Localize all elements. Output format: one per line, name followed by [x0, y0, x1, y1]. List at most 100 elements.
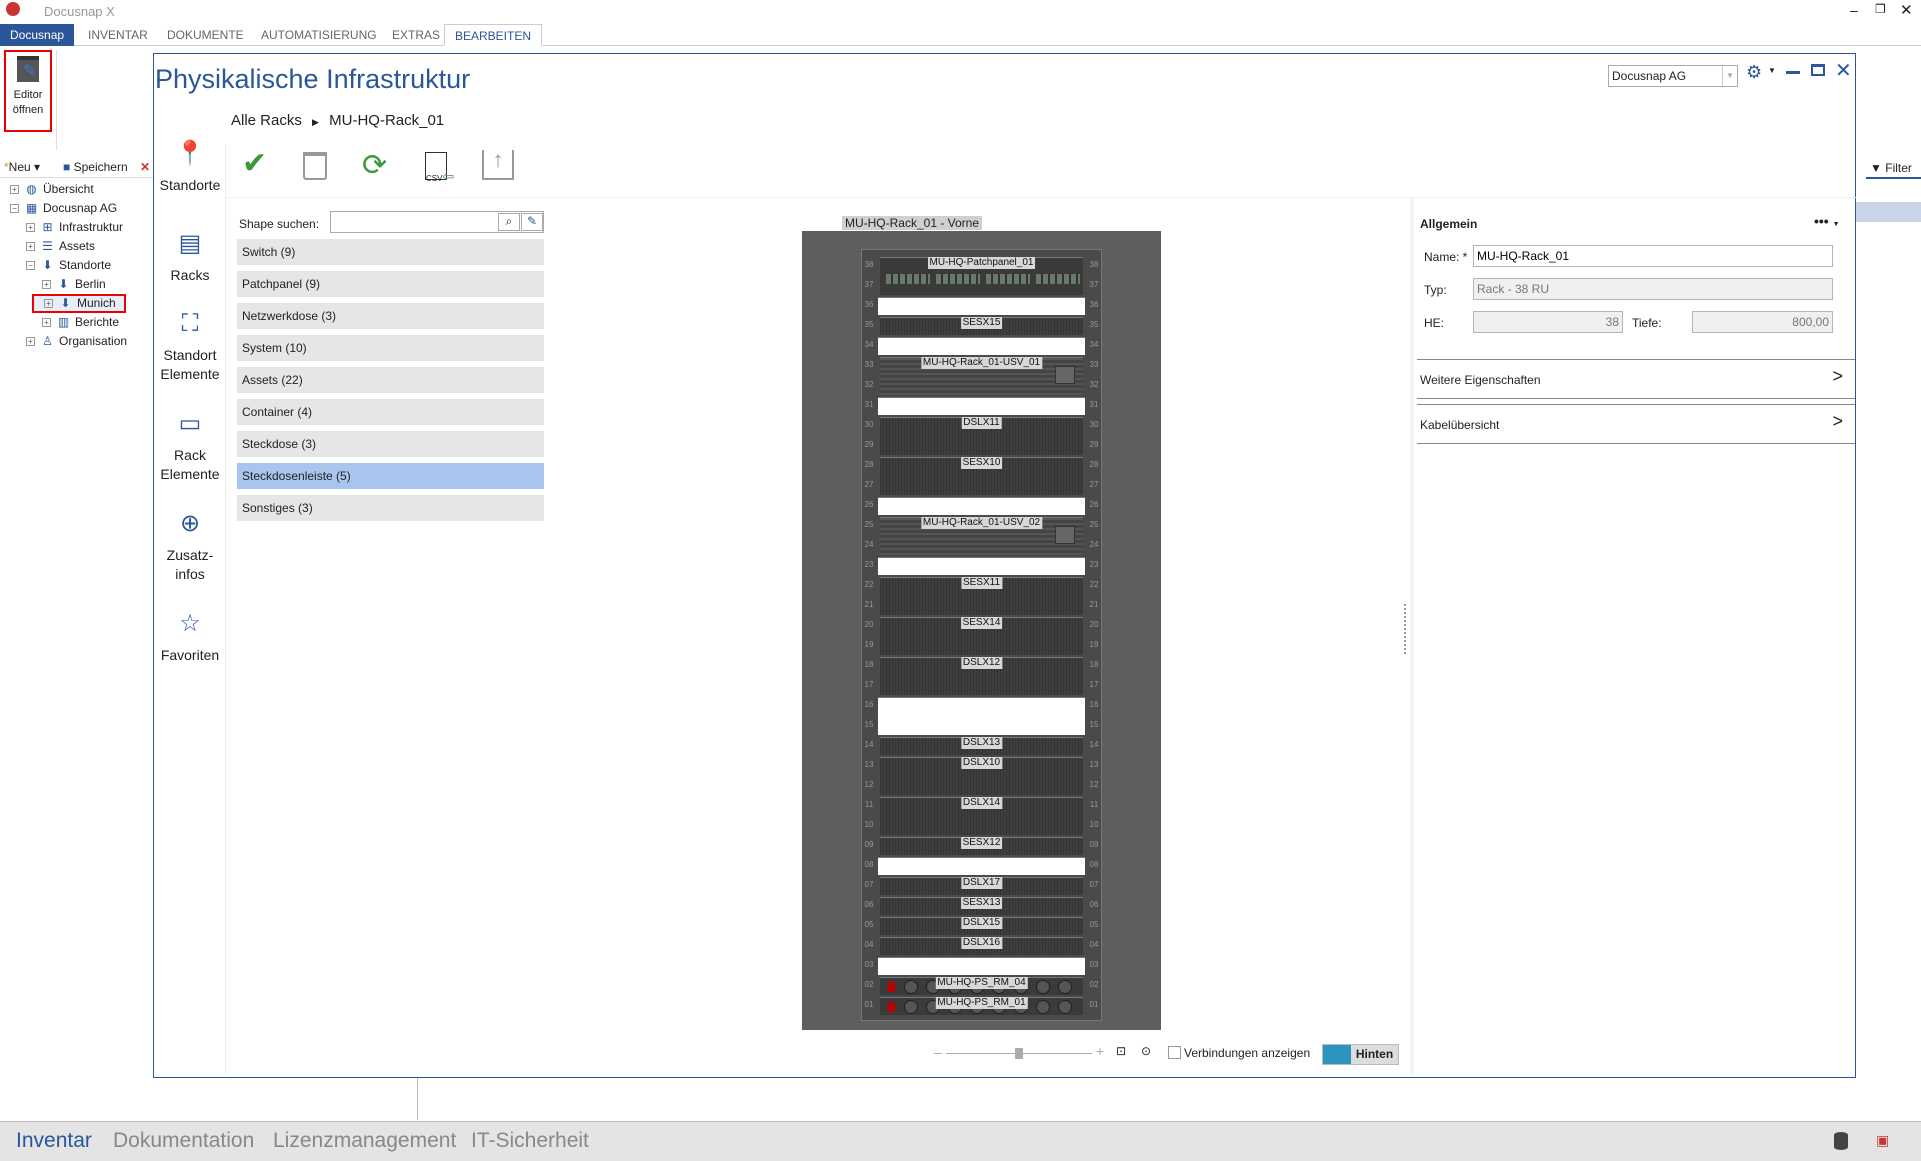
tree-item[interactable]: + ⬇ Berlin	[42, 275, 106, 294]
tab-inventar[interactable]: INVENTAR	[78, 24, 158, 46]
shape-category[interactable]: Steckdosenleiste (5)	[237, 463, 544, 489]
settings-dropdown-icon[interactable]: ▼	[1768, 66, 1776, 75]
shape-category[interactable]: System (10)	[237, 335, 544, 361]
rack-device-blank[interactable]	[878, 857, 1085, 875]
nav-racks[interactable]: ▤ Racks	[154, 232, 226, 285]
rack-device-patch[interactable]: MU-HQ-Patchpanel_01	[880, 257, 1083, 295]
expand-toggle[interactable]: +	[26, 242, 35, 252]
tree-item[interactable]: + ◍ Übersicht	[10, 180, 94, 199]
company-select[interactable]: Docusnap AG ▼	[1608, 65, 1738, 87]
minimize-window-button[interactable]: –	[1850, 2, 1858, 18]
delete-trash-icon[interactable]	[303, 152, 327, 180]
zoom-in-button[interactable]: +	[1096, 1043, 1104, 1059]
notification-icon[interactable]: ▣	[1876, 1132, 1889, 1149]
zoom-slider[interactable]	[946, 1048, 1092, 1059]
name-input[interactable]	[1473, 245, 1833, 267]
zoom-out-button[interactable]: –	[934, 1044, 942, 1060]
rack-device-server[interactable]: DSLX16	[880, 937, 1083, 955]
show-connections-checkbox[interactable]	[1168, 1046, 1181, 1059]
close-dialog-button[interactable]: ✕	[1835, 58, 1852, 83]
rack-device-server[interactable]: SESX13	[880, 897, 1083, 915]
expand-toggle[interactable]: +	[10, 185, 19, 195]
breadcrumb-current[interactable]: MU-HQ-Rack_01	[329, 112, 444, 129]
rack-device-ups[interactable]: MU-HQ-Rack_01-USV_02	[880, 517, 1083, 555]
rack-device-blank[interactable]	[878, 337, 1085, 355]
tab-dokumente[interactable]: DOKUMENTE	[157, 24, 254, 46]
expand-toggle[interactable]: +	[42, 318, 51, 328]
rack-device-ups[interactable]: MU-HQ-Rack_01-USV_01	[880, 357, 1083, 395]
expand-toggle[interactable]: +	[44, 299, 53, 309]
tab-bearbeiten[interactable]: BEARBEITEN	[444, 24, 543, 46]
cable-overview-row[interactable]: Kabelübersicht >	[1417, 404, 1855, 444]
rack-device-server[interactable]: DSLX17	[880, 877, 1083, 895]
edit-pencil-icon[interactable]: ✎	[521, 213, 543, 231]
nav-standort[interactable]: ⛶ Standort Elemente	[154, 312, 226, 384]
tree-item[interactable]: + ▥ Berichte	[42, 313, 119, 332]
expand-toggle[interactable]: +	[42, 280, 51, 290]
expand-toggle[interactable]: +	[26, 223, 35, 233]
zoom-actual-icon[interactable]: ⊙	[1141, 1044, 1151, 1058]
tree-item[interactable]: + ☰ Assets	[26, 237, 95, 256]
rack-canvas[interactable]: 01 01 02 02 03 03 04 04 05 05 06 06 07 07 08 08 09 09 10 10…	[802, 231, 1161, 1030]
rack-device-server[interactable]: DSLX13	[880, 737, 1083, 755]
nav-rack[interactable]: ▭ Rack Elemente	[154, 412, 226, 484]
rack-device-blank[interactable]	[878, 697, 1085, 735]
cancel-icon[interactable]: ✕	[140, 158, 150, 176]
nav-lizenzmanagement[interactable]: Lizenzmanagement	[273, 1129, 456, 1153]
rack-device-server[interactable]: SESX11	[880, 577, 1083, 615]
nav-dokumentation[interactable]: Dokumentation	[113, 1129, 254, 1153]
export-icon[interactable]: ↑	[482, 149, 514, 180]
rack-device-blank[interactable]	[878, 297, 1085, 315]
nav-favoriten[interactable]: ☆ Favoriten	[154, 612, 226, 665]
front-back-toggle[interactable]: Hinten	[1322, 1044, 1399, 1065]
nav-zusatz[interactable]: ⊕ Zusatz-infos	[154, 512, 226, 584]
breadcrumb-all-racks[interactable]: Alle Racks	[231, 112, 302, 129]
expand-toggle[interactable]: −	[26, 261, 35, 271]
shape-category[interactable]: Switch (9)	[237, 239, 544, 265]
shape-category[interactable]: Patchpanel (9)	[237, 271, 544, 297]
nav-inventar[interactable]: Inventar	[16, 1129, 92, 1153]
nav-standorte[interactable]: 📍 Standorte	[154, 142, 226, 195]
gear-icon[interactable]: ⚙	[1746, 62, 1762, 83]
minimize-dialog-button[interactable]	[1786, 71, 1800, 74]
rack-device-server[interactable]: DSLX14	[880, 797, 1083, 835]
save-button[interactable]: ■ Speichern	[63, 158, 128, 176]
tab-docusnap[interactable]: Docusnap	[0, 24, 74, 46]
open-editor-button[interactable]: ✎ Editor öffnen	[4, 50, 52, 132]
tab-automatisierung[interactable]: AUTOMATISIERUNG	[251, 24, 387, 46]
zoom-slider-thumb[interactable]	[1015, 1048, 1023, 1059]
restore-window-button[interactable]: ❐	[1875, 2, 1886, 16]
rack-device-blank[interactable]	[878, 957, 1085, 975]
expand-toggle[interactable]: −	[10, 204, 19, 214]
rack-device-server[interactable]: SESX14	[880, 617, 1083, 655]
rack-device-server[interactable]: DSLX15	[880, 917, 1083, 935]
rack-device-server[interactable]: SESX15	[880, 317, 1083, 335]
tree-item[interactable]: − ⬇ Standorte	[26, 256, 111, 275]
more-options-icon[interactable]: ••• ▼	[1814, 213, 1840, 229]
rack-device-blank[interactable]	[878, 497, 1085, 515]
rack-device-server[interactable]: SESX12	[880, 837, 1083, 855]
rack-device-server[interactable]: DSLX10	[880, 757, 1083, 795]
tree-item[interactable]: − ▦ Docusnap AG	[10, 199, 117, 218]
tab-extras[interactable]: EXTRAS	[382, 24, 450, 46]
shape-category[interactable]: Container (4)	[237, 399, 544, 425]
zoom-fit-icon[interactable]: ⊡	[1116, 1044, 1126, 1058]
expand-toggle[interactable]: +	[26, 337, 35, 347]
splitter-handle[interactable]	[1404, 604, 1406, 654]
more-properties-row[interactable]: Weitere Eigenschaften >	[1417, 359, 1855, 399]
rack-device-pdu[interactable]: MU-HQ-PS_RM_04	[880, 977, 1083, 995]
nav-it-sicherheit[interactable]: IT-Sicherheit	[471, 1129, 589, 1153]
shape-category[interactable]: Netzwerkdose (3)	[237, 303, 544, 329]
new-button[interactable]: *Neu ▾	[4, 158, 40, 176]
tree-item[interactable]: + ⊞ Infrastruktur	[26, 218, 123, 237]
save-check-icon[interactable]: ✔	[242, 146, 267, 181]
shape-category[interactable]: Sonstiges (3)	[237, 495, 544, 521]
close-window-button[interactable]: ✕	[1900, 1, 1913, 19]
csv-import-icon[interactable]: CSV⇦	[425, 152, 454, 184]
tree-item[interactable]: + ♙ Organisation	[26, 332, 127, 351]
rack-device-server[interactable]: SESX10	[880, 457, 1083, 495]
filter-button[interactable]: ▼ Filter	[1866, 159, 1921, 179]
rack-device-blank[interactable]	[878, 397, 1085, 415]
maximize-dialog-button[interactable]	[1811, 64, 1825, 76]
rack-device-server[interactable]: DSLX11	[880, 417, 1083, 455]
